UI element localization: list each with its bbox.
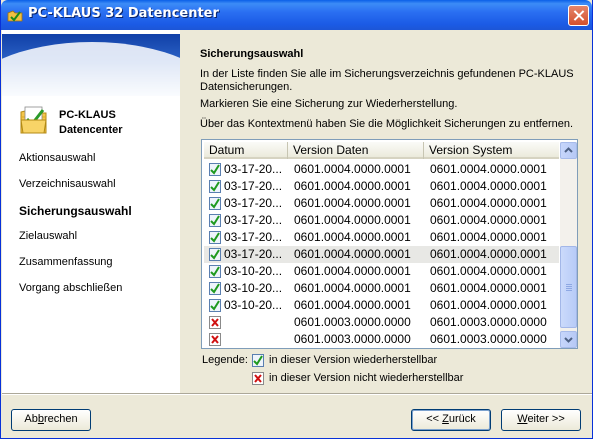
cell-datum: 03-17-20... xyxy=(224,162,283,176)
check-document-icon xyxy=(209,197,221,210)
step-zielauswahl: Zielauswahl xyxy=(19,230,78,242)
brand-name: PC-KLAUS xyxy=(59,109,116,121)
intro-text: In der Liste finden Sie alle im Sicherun… xyxy=(200,68,574,93)
cell-version-system: 0601.0004.0000.0001 xyxy=(430,179,547,193)
step-vorgang-abschliessen: Vorgang abschließen xyxy=(19,282,123,294)
table-row[interactable]: 03-10-20... 0601.0004.0000.0001 0601.0004.… xyxy=(204,297,559,314)
column-header-datum[interactable]: Datum xyxy=(204,142,288,159)
list-scrollbar[interactable] xyxy=(560,142,577,348)
table-row[interactable]: 0601.0003.0000.0000 0601.0003.0000.0000 xyxy=(204,331,559,348)
app-icon xyxy=(7,10,23,22)
check-document-icon xyxy=(209,299,221,312)
cell-version-daten: 0601.0004.0000.0001 xyxy=(294,213,411,227)
red-x-icon xyxy=(209,316,221,329)
cell-version-system: 0601.0003.0000.0000 xyxy=(430,315,547,329)
cell-version-daten: 0601.0004.0000.0001 xyxy=(294,230,411,244)
next-button[interactable]: Weiter >> xyxy=(501,409,581,431)
back-button[interactable]: << Zurück xyxy=(411,409,491,431)
cell-version-daten: 0601.0003.0000.0000 xyxy=(294,332,411,346)
scroll-thumb[interactable] xyxy=(560,246,577,328)
cell-datum xyxy=(224,314,286,331)
table-row[interactable]: 0601.0003.0000.0000 0601.0003.0000.0000 xyxy=(204,314,559,331)
column-header-version-daten[interactable]: Version Daten xyxy=(288,142,424,159)
red-x-icon xyxy=(252,372,264,385)
table-row[interactable]: 03-17-20... 0601.0004.0000.0001 0601.0004.… xyxy=(204,212,559,229)
list-header: Datum Version Daten Version System xyxy=(204,142,559,159)
instruction-text: Markieren Sie eine Sicherung zur Wiederh… xyxy=(200,98,458,110)
cancel-button[interactable]: Abbrechen xyxy=(11,409,91,431)
table-row[interactable]: 03-17-20... 0601.0004.0000.0001 0601.0004.… xyxy=(204,161,559,178)
window-title: PC-KLAUS 32 Datencenter xyxy=(28,6,219,21)
cell-version-daten: 0601.0004.0000.0001 xyxy=(294,162,411,176)
button-separator xyxy=(2,393,592,395)
cell-version-system: 0601.0004.0000.0001 xyxy=(430,213,547,227)
cell-version-daten: 0601.0004.0000.0001 xyxy=(294,298,411,312)
table-row[interactable]: 03-10-20... 0601.0004.0000.0001 0601.0004.… xyxy=(204,263,559,280)
title-bar[interactable]: PC-KLAUS 32 Datencenter xyxy=(1,0,592,30)
table-row[interactable]: 03-17-20... 0601.0004.0000.0001 0601.0004.… xyxy=(204,195,559,212)
cell-version-system: 0601.0004.0000.0001 xyxy=(430,196,547,210)
cell-version-system: 0601.0004.0000.0001 xyxy=(430,298,547,312)
legend-label: Legende: xyxy=(202,354,248,366)
table-row[interactable]: 03-17-20... 0601.0004.0000.0001 0601.0004.… xyxy=(204,246,559,263)
context-menu-hint: Über das Kontextmenü haben Sie die Mögli… xyxy=(200,118,574,130)
cell-datum: 03-10-20... xyxy=(224,264,283,278)
cell-version-system: 0601.0004.0000.0001 xyxy=(430,264,547,278)
cell-datum: 03-17-20... xyxy=(224,179,283,193)
chevron-up-icon xyxy=(564,147,573,153)
cell-version-system: 0601.0004.0000.0001 xyxy=(430,162,547,176)
cell-version-system: 0601.0003.0000.0000 xyxy=(430,332,547,346)
cell-version-daten: 0601.0004.0000.0001 xyxy=(294,196,411,210)
check-document-icon xyxy=(209,282,221,295)
cell-version-daten: 0601.0004.0000.0001 xyxy=(294,264,411,278)
legend-ok-text: in dieser Version wiederherstellbar xyxy=(269,354,438,366)
cell-version-system: 0601.0004.0000.0001 xyxy=(430,230,547,244)
cell-version-system: 0601.0004.0000.0001 xyxy=(430,247,547,261)
sidebar-banner-graphic xyxy=(2,34,180,96)
cell-version-daten: 0601.0004.0000.0001 xyxy=(294,179,411,193)
sidebar-brand: PC-KLAUS Datencenter xyxy=(19,104,179,140)
brand-subtitle: Datencenter xyxy=(59,124,123,136)
table-row[interactable]: 03-17-20... 0601.0004.0000.0001 0601.0004.… xyxy=(204,229,559,246)
check-document-icon xyxy=(209,214,221,227)
column-header-version-system[interactable]: Version System xyxy=(424,142,559,159)
folder-check-icon xyxy=(20,106,47,134)
step-aktionsauswahl: Aktionsauswahl xyxy=(19,152,96,164)
step-sicherungsauswahl: Sicherungsauswahl xyxy=(19,204,132,218)
scroll-down-button[interactable] xyxy=(560,331,577,348)
cell-version-daten: 0601.0004.0000.0001 xyxy=(294,247,411,261)
wizard-window: PC-KLAUS 32 Datencenter PC-KLAUS Datence… xyxy=(0,0,593,439)
table-row[interactable]: 03-10-20... 0601.0004.0000.0001 0601.0004.… xyxy=(204,280,559,297)
check-document-icon xyxy=(209,180,221,193)
scroll-up-button[interactable] xyxy=(560,142,577,159)
page-heading: Sicherungsauswahl xyxy=(200,48,304,60)
check-document-icon xyxy=(209,248,221,261)
check-document-icon xyxy=(209,231,221,244)
chevron-down-icon xyxy=(564,337,573,343)
step-verzeichnisauswahl: Verzeichnisauswahl xyxy=(19,178,116,190)
check-document-icon xyxy=(252,354,264,367)
cell-datum: 03-17-20... xyxy=(224,196,283,210)
check-document-icon xyxy=(209,265,221,278)
close-button[interactable] xyxy=(568,5,589,26)
red-x-icon xyxy=(209,333,221,346)
cell-datum: 03-17-20... xyxy=(224,213,283,227)
table-row[interactable]: 03-17-20... 0601.0004.0000.0001 0601.0004.… xyxy=(204,178,559,195)
cell-version-daten: 0601.0004.0000.0001 xyxy=(294,281,411,295)
cell-datum: 03-10-20... xyxy=(224,281,283,295)
main-content: Sicherungsauswahl In der Liste finden Si… xyxy=(200,48,585,130)
legend-error-text: in dieser Version nicht wiederherstellba… xyxy=(269,372,464,384)
backup-list[interactable]: Datum Version Daten Version System 03-17… xyxy=(201,139,578,349)
cell-datum xyxy=(224,331,286,348)
cell-version-system: 0601.0004.0000.0001 xyxy=(430,281,547,295)
legend: Legende: in dieser Version wiederherstel… xyxy=(202,354,502,388)
step-zusammenfassung: Zusammenfassung xyxy=(19,256,113,268)
wizard-sidebar: PC-KLAUS Datencenter Aktionsauswahl Verz… xyxy=(2,30,180,393)
check-document-icon xyxy=(209,163,221,176)
cell-version-daten: 0601.0003.0000.0000 xyxy=(294,315,411,329)
cell-datum: 03-10-20... xyxy=(224,298,283,312)
cell-datum: 03-17-20... xyxy=(224,247,283,261)
cell-datum: 03-17-20... xyxy=(224,230,283,244)
